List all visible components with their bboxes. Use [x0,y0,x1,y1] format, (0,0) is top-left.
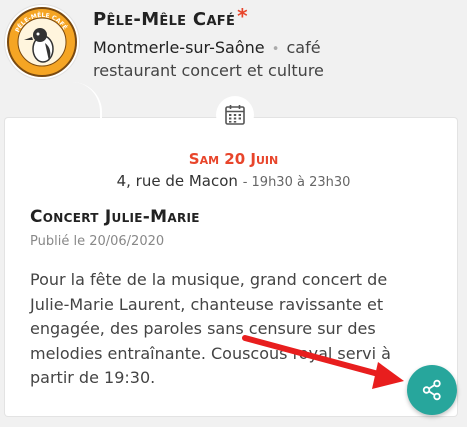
venue-description: restaurant concert et culture [93,61,324,80]
venue-logo[interactable]: PÊLE-MÊLE CAFÉ [5,5,79,79]
connector-curve [70,82,102,122]
venue-name-row: Pêle-Mêle Café * [93,4,248,30]
favorite-star: * [237,4,248,28]
event-description: Pour la fête de la musique, grand concer… [30,268,420,391]
event-body: Pour la fête de la musique, grand concer… [30,270,391,387]
event-address: 4, rue de Macon [116,172,238,190]
event-date: Sam 20 Juin [188,150,279,168]
separator-dot: • [271,42,280,57]
event-time: - 19h30 à 23h30 [242,175,351,190]
event-location: 4, rue de Macon - 19h30 à 23h30 [0,172,467,190]
event-published-date: Publié le 20/06/2020 [30,234,165,249]
calendar-icon [216,96,254,134]
venue-city: Montmerle-sur-Saône [93,38,265,57]
venue-location: Montmerle-sur-Saône • café [93,38,321,57]
event-title[interactable]: Concert Julie-Marie [30,207,200,227]
venue-category: café [286,38,321,57]
venue-name[interactable]: Pêle-Mêle Café [93,9,235,30]
share-button[interactable] [407,365,457,415]
share-icon [422,379,441,401]
